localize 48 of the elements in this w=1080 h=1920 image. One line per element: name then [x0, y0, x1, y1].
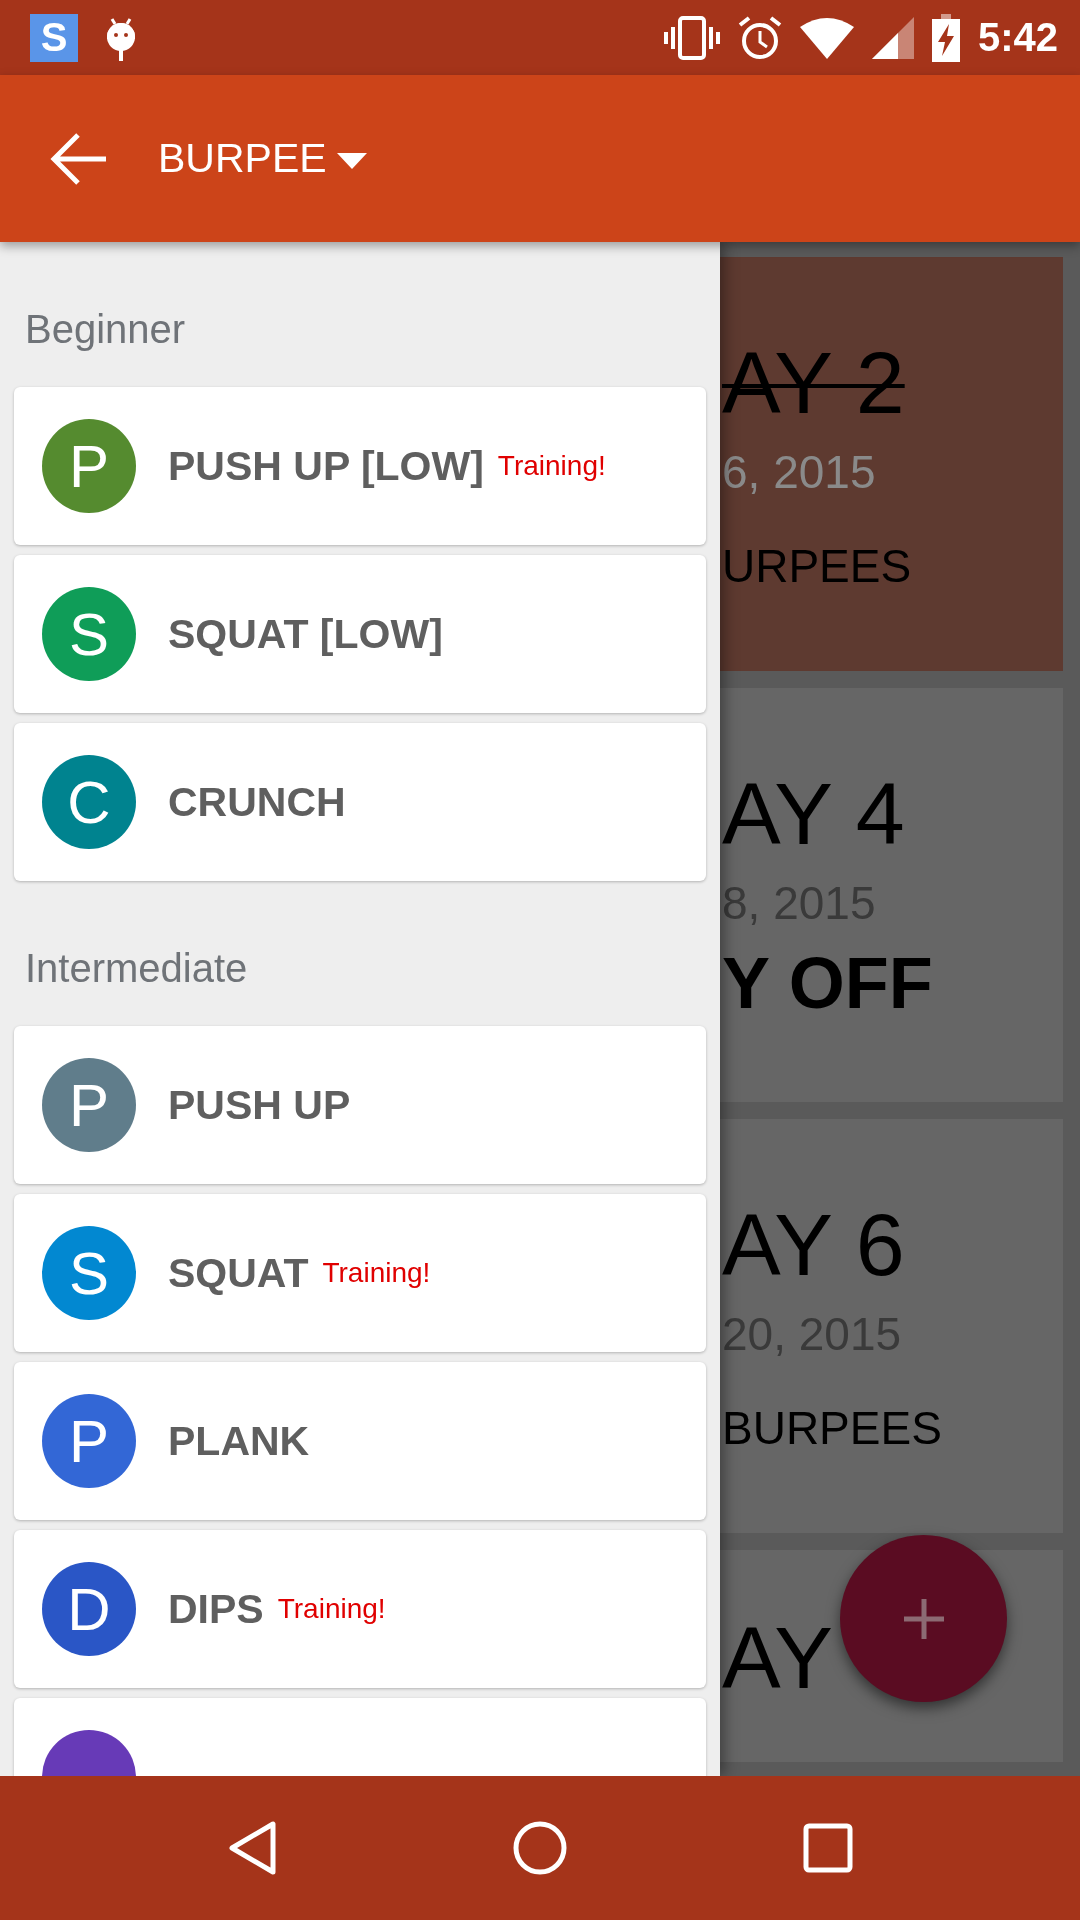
letter-avatar: S — [42, 587, 136, 681]
clock-time: 5:42 — [977, 15, 1058, 60]
training-label: Training! — [277, 1593, 386, 1625]
recents-nav-button[interactable] — [802, 1823, 853, 1873]
signal-icon — [871, 16, 914, 59]
home-nav-button[interactable] — [512, 1820, 568, 1876]
training-label: Training! — [322, 1257, 431, 1289]
section-header: Intermediate — [25, 945, 249, 992]
vibrate-icon — [663, 15, 720, 60]
exercise-item[interactable]: S SQUAT [LOW] — [14, 555, 706, 713]
back-nav-button[interactable] — [227, 1820, 278, 1876]
letter-avatar: C — [42, 755, 136, 849]
exercise-item[interactable]: D DIPS Training! — [14, 1530, 706, 1688]
exercise-name: CRUNCH — [168, 778, 346, 826]
back-button[interactable] — [50, 132, 108, 185]
day-title: AY — [722, 1610, 833, 1707]
section-header: Beginner — [25, 306, 187, 353]
day-title: AY 4 — [722, 765, 905, 863]
exercise-name: PUSH UP — [168, 1081, 351, 1129]
letter-avatar: P — [42, 419, 136, 513]
exercise-name: SQUAT — [168, 1249, 309, 1297]
exercise-name: PUSH UP [LOW] — [168, 442, 484, 490]
exercise-name: SQUAT [LOW] — [168, 610, 443, 658]
exercise-name: DIPS — [168, 1585, 264, 1633]
letter-avatar: P — [42, 1058, 136, 1152]
plus-icon — [901, 1596, 946, 1641]
day-detail: URPEES — [722, 539, 912, 594]
battery-charging-icon — [931, 13, 960, 62]
exercise-item[interactable]: C CRUNCH — [14, 723, 706, 881]
training-label: Training! — [497, 450, 606, 482]
alarm-clock-icon — [737, 15, 782, 60]
caret-icon — [336, 152, 367, 169]
day-title: AY 2 — [722, 334, 905, 432]
day-date: 6, 2015 — [722, 445, 876, 500]
letter-avatar: P — [42, 1394, 136, 1488]
exercise-item[interactable]: P PUSH UP [LOW] Training! — [14, 387, 706, 545]
letter-avatar: D — [42, 1562, 136, 1656]
day-title: AY 6 — [722, 1196, 905, 1294]
day-detail: BURPEES — [722, 1401, 942, 1456]
day-detail: Y OFF — [722, 942, 933, 1025]
exercise-item[interactable]: P PLANK — [14, 1362, 706, 1520]
app-notification-icon: S — [30, 13, 78, 62]
wifi-icon — [799, 16, 854, 59]
exercise-item[interactable]: S SQUAT Training! — [14, 1194, 706, 1352]
exercise-name: PLANK — [168, 1417, 310, 1465]
exercise-dropdown[interactable]: BURPEE — [158, 135, 367, 182]
exercise-item[interactable]: P PUSH UP — [14, 1026, 706, 1184]
letter-avatar: S — [42, 1226, 136, 1320]
